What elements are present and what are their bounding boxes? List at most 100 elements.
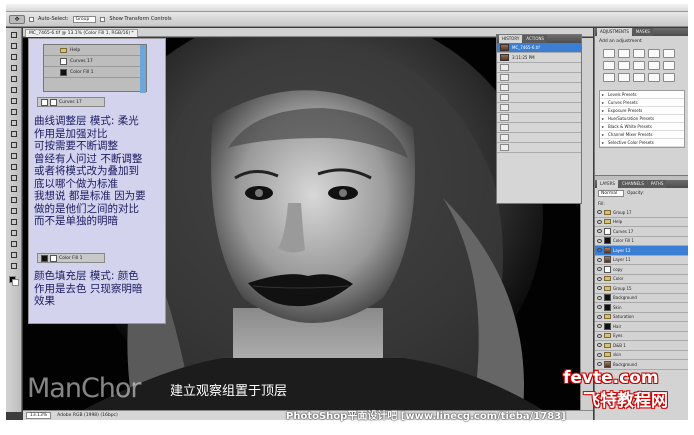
brightness-contrast-icon[interactable] (603, 49, 615, 58)
layer-row[interactable]: Eyes (595, 332, 688, 341)
color-swatches[interactable] (8, 276, 19, 286)
shape-tool-icon[interactable] (9, 218, 19, 226)
move-tool-preset-icon[interactable]: ✥ (9, 14, 25, 24)
layer-row[interactable]: Layer 11 (595, 256, 688, 265)
color-balance-icon[interactable] (618, 61, 630, 70)
layer-row[interactable]: Layer 12 (595, 246, 688, 256)
preset-item[interactable]: Black & White Presets (600, 123, 684, 131)
visibility-eye-icon[interactable] (597, 295, 602, 300)
layer-row[interactable]: skin (595, 351, 688, 360)
visibility-eye-icon[interactable] (597, 362, 602, 367)
move-tool-icon[interactable] (9, 31, 19, 39)
layer-row[interactable]: Group 15 (595, 284, 688, 294)
visibility-eye-icon[interactable] (597, 343, 602, 348)
preset-item[interactable]: Exposure Presets (600, 107, 684, 115)
zoom-field[interactable]: 13.13% (26, 412, 52, 419)
visibility-eye-icon[interactable] (597, 219, 602, 224)
visibility-eye-icon[interactable] (597, 324, 602, 329)
visibility-eye-icon[interactable] (597, 257, 602, 262)
lasso-tool-icon[interactable] (9, 53, 19, 61)
3d-orbit-tool-icon[interactable] (9, 240, 19, 248)
threshold-icon[interactable] (633, 73, 645, 82)
gradient-tool-icon[interactable] (9, 152, 19, 160)
history-brush-tool-icon[interactable] (9, 130, 19, 138)
path-select-tool-icon[interactable] (9, 207, 19, 215)
posterize-icon[interactable] (618, 73, 630, 82)
visibility-eye-icon[interactable] (597, 229, 602, 234)
type-tool-icon[interactable] (9, 196, 19, 204)
layer-row[interactable]: Color Fill 1 (595, 237, 688, 246)
zoom-tool-icon[interactable] (9, 262, 19, 270)
layer-row[interactable]: Group 17 (595, 208, 688, 218)
document-tab[interactable]: MC_7465-6.tif @ 13.1% (Color Fill 1, RGB… (25, 29, 138, 37)
blend-mode-dropdown[interactable]: Normal (598, 190, 625, 197)
show-transform-checkbox[interactable] (100, 16, 106, 22)
vibrance-icon[interactable] (663, 49, 675, 58)
history-row[interactable] (497, 133, 581, 143)
healing-tool-icon[interactable] (9, 97, 19, 105)
brush-tool-icon[interactable] (9, 108, 19, 116)
visibility-eye-icon[interactable] (597, 314, 602, 319)
history-row[interactable] (497, 123, 581, 133)
tab-masks[interactable]: MASKS (632, 28, 653, 36)
history-row[interactable] (497, 73, 581, 83)
visibility-eye-icon[interactable] (597, 248, 602, 253)
layer-row[interactable]: Skin (595, 303, 688, 313)
visibility-eye-icon[interactable] (597, 305, 602, 310)
history-row[interactable]: 3:11:25 PM (497, 53, 581, 63)
visibility-eye-icon[interactable] (597, 276, 602, 281)
eyedropper-tool-icon[interactable] (9, 86, 19, 94)
clone-stamp-tool-icon[interactable] (9, 119, 19, 127)
photo-filter-icon[interactable] (648, 61, 660, 70)
auto-select-dropdown[interactable]: Group (72, 15, 97, 23)
layer-row[interactable]: Color (595, 275, 688, 284)
layer-row[interactable]: D&B 1 (595, 341, 688, 351)
preset-item[interactable]: Channel Mixer Presets (600, 131, 684, 139)
visibility-eye-icon[interactable] (597, 352, 602, 357)
tab-layers[interactable]: LAYERS (597, 180, 619, 188)
gradient-map-icon[interactable] (648, 73, 660, 82)
hand-tool-icon[interactable] (9, 251, 19, 259)
invert-icon[interactable] (603, 73, 615, 82)
history-row[interactable] (497, 63, 581, 73)
blur-tool-icon[interactable] (9, 163, 19, 171)
history-row[interactable] (497, 113, 581, 123)
visibility-eye-icon[interactable] (597, 333, 602, 338)
preset-item[interactable]: Hue/Saturation Presets (600, 115, 684, 123)
tab-adjustments[interactable]: ADJUSTMENTS (597, 28, 632, 36)
history-row[interactable] (497, 143, 581, 153)
history-row[interactable]: MC_7465-6.tif (497, 43, 581, 53)
3d-rotate-tool-icon[interactable] (9, 229, 19, 237)
levels-icon[interactable] (618, 49, 630, 58)
layer-row[interactable]: Saturation (595, 313, 688, 322)
layer-row[interactable]: Background (595, 294, 688, 303)
history-row[interactable] (497, 93, 581, 103)
preset-item[interactable]: Levels Presets (600, 91, 684, 99)
layer-row[interactable]: Curves 17 (595, 227, 688, 237)
curves-icon[interactable] (633, 49, 645, 58)
history-row[interactable] (497, 83, 581, 93)
dodge-tool-icon[interactable] (9, 174, 19, 182)
tab-history[interactable]: HISTORY (499, 35, 523, 43)
visibility-eye-icon[interactable] (597, 210, 602, 215)
black-white-icon[interactable] (633, 61, 645, 70)
history-row[interactable] (497, 103, 581, 113)
exposure-icon[interactable] (648, 49, 660, 58)
channel-mixer-icon[interactable] (663, 61, 675, 70)
visibility-eye-icon[interactable] (597, 267, 602, 272)
marquee-tool-icon[interactable] (9, 42, 19, 50)
eraser-tool-icon[interactable] (9, 141, 19, 149)
selective-color-icon[interactable] (663, 73, 675, 82)
layer-row[interactable]: Help (595, 218, 688, 227)
tab-channels[interactable]: CHANNELS (619, 180, 647, 188)
crop-tool-icon[interactable] (9, 75, 19, 83)
quick-select-tool-icon[interactable] (9, 64, 19, 72)
layer-row[interactable]: copy (595, 265, 688, 275)
preset-item[interactable]: Selective Color Presets (600, 139, 684, 147)
visibility-eye-icon[interactable] (597, 286, 602, 291)
hue-saturation-icon[interactable] (603, 61, 615, 70)
preset-item[interactable]: Curves Presets (600, 99, 684, 107)
tab-actions[interactable]: ACTIONS (523, 35, 548, 43)
auto-select-checkbox[interactable] (29, 16, 34, 22)
pen-tool-icon[interactable] (9, 185, 19, 193)
